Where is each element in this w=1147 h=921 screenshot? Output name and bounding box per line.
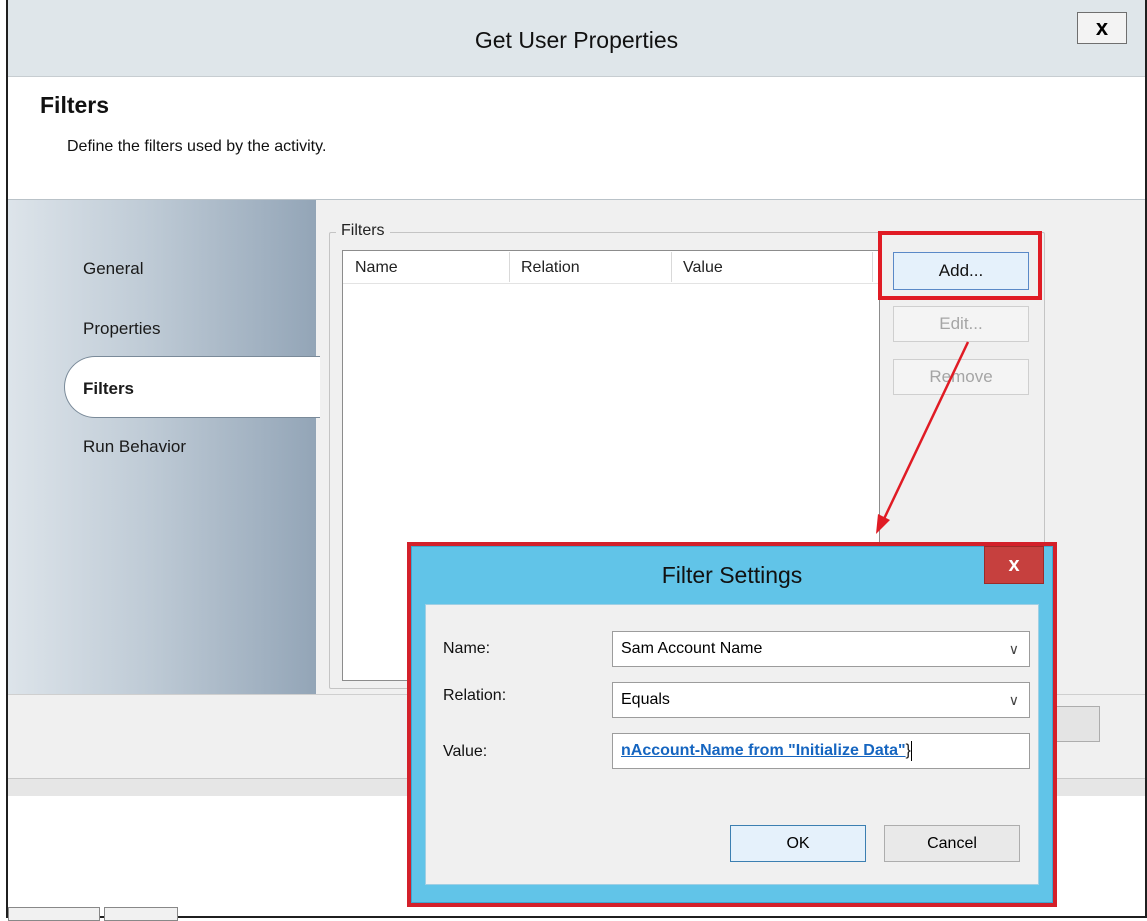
dialog-title: Filter Settings (661, 562, 803, 588)
name-dropdown[interactable]: Sam Account Name ∨ (612, 631, 1030, 667)
cancel-button[interactable]: Cancel (884, 825, 1020, 862)
relation-value: Equals (621, 691, 670, 708)
chevron-down-icon[interactable]: ∨ (1009, 683, 1019, 717)
relation-label: Relation: (443, 687, 507, 704)
ok-button[interactable]: OK (730, 825, 866, 862)
text-cursor (910, 740, 912, 761)
chevron-down-icon[interactable]: ∨ (1009, 632, 1019, 666)
value-published-data[interactable]: nAccount-Name from "Initialize Data" (621, 742, 906, 759)
close-icon: x (1008, 554, 1020, 576)
name-value: Sam Account Name (621, 640, 763, 657)
value-label: Value: (443, 743, 488, 760)
name-label: Name: (443, 640, 491, 657)
relation-dropdown[interactable]: Equals ∨ (612, 682, 1030, 718)
value-input[interactable]: nAccount-Name from "Initialize Data"} (612, 733, 1030, 769)
dialog-close-button[interactable]: x (984, 546, 1044, 584)
